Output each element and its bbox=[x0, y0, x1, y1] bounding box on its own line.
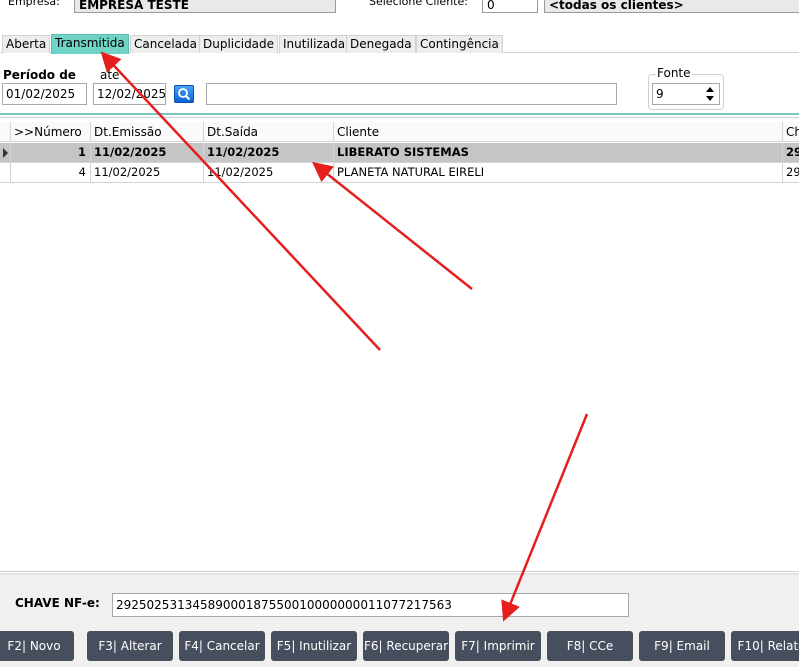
f8-cce-button[interactable]: F8| CCe bbox=[547, 631, 633, 661]
tab-aberta[interactable]: Aberta bbox=[2, 35, 51, 53]
column-header-cliente[interactable]: Cliente bbox=[333, 122, 782, 142]
search-icon bbox=[178, 88, 191, 101]
column-header-dt-saida[interactable]: Dt.Saída bbox=[203, 122, 333, 142]
f5-inutilizar-button[interactable]: F5| Inutilizar bbox=[271, 631, 357, 661]
periodo-label: Período de bbox=[3, 68, 76, 82]
search-button[interactable] bbox=[174, 85, 194, 103]
empresa-label: Empresa: bbox=[8, 0, 60, 8]
spin-down-icon[interactable] bbox=[706, 96, 714, 101]
cliente-select[interactable]: <todas os clientes> bbox=[544, 0, 799, 13]
table-row[interactable]: 1 11/02/2025 11/02/2025 LIBERATO SISTEMA… bbox=[0, 143, 799, 163]
cell-numero: 4 bbox=[10, 163, 90, 182]
grid-header: >>Número Dt.Emissão Dt.Saída Cliente Ch bbox=[0, 122, 799, 142]
arrow-to-selected-row bbox=[312, 161, 473, 290]
cell-chave: 29 bbox=[782, 143, 799, 162]
date-from-input[interactable]: 01/02/2025 bbox=[2, 83, 87, 105]
cell-dt-emissao: 11/02/2025 bbox=[90, 163, 203, 182]
cell-dt-saida: 11/02/2025 bbox=[203, 143, 333, 162]
f7-imprimir-button[interactable]: F7| Imprimir bbox=[455, 631, 541, 661]
f3-alterar-button[interactable]: F3| Alterar bbox=[87, 631, 173, 661]
cell-dt-saida: 11/02/2025 bbox=[203, 163, 333, 182]
status-tabs: Aberta Transmitida Cancelada Duplicidade… bbox=[0, 34, 799, 54]
date-to-input[interactable]: 12/02/2025 bbox=[93, 83, 166, 105]
table-row[interactable]: 4 11/02/2025 11/02/2025 PLANETA NATURAL … bbox=[0, 163, 799, 183]
cliente-code-input[interactable]: 0 bbox=[482, 0, 538, 13]
tab-contingencia[interactable]: Contingência bbox=[416, 35, 503, 53]
cell-dt-emissao: 11/02/2025 bbox=[90, 143, 203, 162]
f6-recuperar-button[interactable]: F6| Recuperar bbox=[363, 631, 449, 661]
chave-nfe-field[interactable]: 2925025313458900018755001000000001107721… bbox=[112, 593, 629, 617]
cell-cliente: LIBERATO SISTEMAS bbox=[333, 143, 782, 162]
bottom-separator bbox=[0, 571, 799, 572]
cell-chave: 29 bbox=[782, 163, 799, 182]
f9-email-button[interactable]: F9| Email bbox=[639, 631, 725, 661]
tab-inutilizada[interactable]: Inutilizada bbox=[279, 35, 350, 53]
tab-cancelada[interactable]: Cancelada bbox=[130, 35, 201, 53]
current-row-indicator-icon bbox=[3, 148, 8, 158]
grid-separator bbox=[0, 113, 799, 115]
tab-transmitida[interactable]: Transmitida bbox=[51, 34, 129, 54]
cell-numero: 1 bbox=[10, 143, 90, 162]
column-header-chave[interactable]: Ch bbox=[782, 122, 799, 142]
ate-label: ate bbox=[100, 68, 120, 82]
chave-nfe-label: CHAVE NF-e: bbox=[15, 596, 100, 610]
cell-cliente: PLANETA NATURAL EIRELI bbox=[333, 163, 782, 182]
fonte-value: 9 bbox=[656, 87, 664, 101]
tab-duplicidade[interactable]: Duplicidade bbox=[199, 35, 279, 53]
f10-relatorio-button[interactable]: F10| Relatór bbox=[731, 631, 799, 661]
fonte-spinner[interactable]: 9 bbox=[652, 83, 720, 105]
tab-denegada[interactable]: Denegada bbox=[346, 35, 416, 53]
fonte-label: Fonte bbox=[656, 66, 692, 80]
grid-separator-thin bbox=[0, 117, 799, 118]
f2-novo-button[interactable]: F2| Novo bbox=[0, 631, 74, 661]
f4-cancelar-button[interactable]: F4| Cancelar bbox=[179, 631, 265, 661]
cliente-label: Selecione Cliente: bbox=[369, 0, 468, 8]
column-header-dt-emissao[interactable]: Dt.Emissão bbox=[90, 122, 203, 142]
spin-up-icon[interactable] bbox=[706, 87, 714, 92]
search-text-input[interactable] bbox=[206, 83, 617, 105]
column-header-numero[interactable]: >>Número bbox=[10, 122, 90, 142]
empresa-field[interactable]: EMPRESA TESTE bbox=[74, 0, 336, 13]
